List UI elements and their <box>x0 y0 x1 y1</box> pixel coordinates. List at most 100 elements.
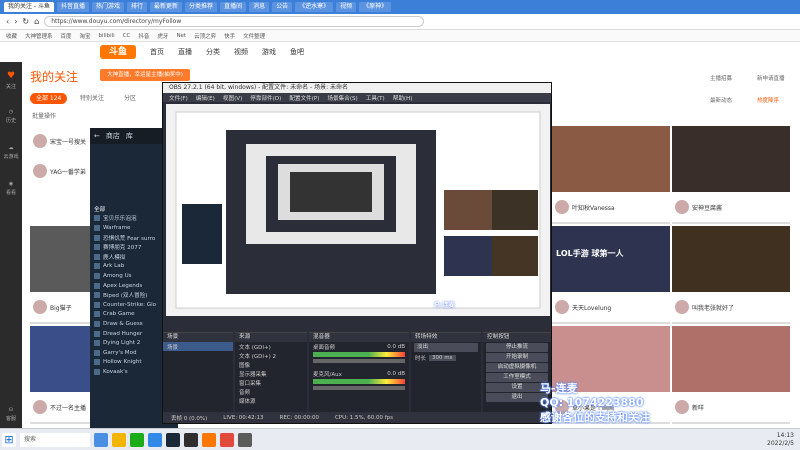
stream-card[interactable]: LOL手游 球第一人 天天Lovelung <box>552 226 670 324</box>
steam-icon[interactable] <box>166 432 180 447</box>
promo-banner[interactable]: 大神直播，幸运星主播(抽奖中) <box>100 69 190 81</box>
stream-card[interactable]: 叫我老张就好了 <box>672 226 790 324</box>
stream-card[interactable]: 不过一名主播 <box>30 326 92 424</box>
app-icon[interactable] <box>220 432 234 447</box>
nav-home[interactable]: 首页 <box>150 47 164 57</box>
obs-preview[interactable]: 马-连麦 <box>166 104 550 316</box>
bookmark[interactable]: bilibili <box>99 33 115 39</box>
bookmark[interactable]: 虎牙 <box>157 32 168 40</box>
browser-icon[interactable] <box>148 432 162 447</box>
bookmark[interactable]: 淘宝 <box>80 32 91 40</box>
bookmark[interactable]: 大神管理系 <box>25 32 53 40</box>
volume-slider[interactable] <box>313 386 405 390</box>
sidebar-item-follow[interactable]: ♥ 关注 <box>0 62 22 98</box>
sidebar-item-history[interactable]: ◷ 历史 <box>0 98 22 134</box>
stream-card[interactable]: Big猫子 <box>30 226 92 324</box>
forward-icon[interactable]: › <box>14 17 17 26</box>
virtual-camera-button[interactable]: 启动虚拟摄像机 <box>486 363 548 372</box>
bookmark[interactable]: 收藏 <box>6 32 17 40</box>
nav-category[interactable]: 分类 <box>206 47 220 57</box>
reload-icon[interactable]: ↻ <box>22 17 29 26</box>
filter-all[interactable]: 全部 124 <box>30 93 68 104</box>
sidebar-item-watch[interactable]: ◉ 看看 <box>0 170 22 206</box>
browser-tab[interactable]: 公告 <box>272 2 293 12</box>
bookmark[interactable]: CC <box>123 33 131 39</box>
settings-button[interactable]: 设置 <box>486 383 548 392</box>
recruit-link[interactable]: 主播招募 <box>710 74 732 82</box>
taskbar-search[interactable]: 搜索 <box>20 432 90 447</box>
bookmark[interactable]: 百度 <box>61 32 72 40</box>
stream-card[interactable]: 叶知秋Vanessa <box>552 126 670 224</box>
start-icon[interactable]: ⊞ <box>2 432 16 447</box>
browser-tab[interactable]: 《原神》 <box>359 2 392 12</box>
nav-live[interactable]: 直播 <box>178 47 192 57</box>
source-item[interactable]: 文本 (GDI+) <box>235 342 307 351</box>
wechat-icon[interactable] <box>130 432 144 447</box>
browser-tab[interactable]: 直播间 <box>220 2 247 12</box>
browser-tab[interactable]: 视频 <box>336 2 357 12</box>
duration-input[interactable]: 300 ms <box>429 354 456 361</box>
source-item[interactable]: 窗口采集 <box>235 378 307 387</box>
obs-menu-item[interactable]: 停靠部件(D) <box>250 94 281 102</box>
browser-tab[interactable]: 消息 <box>249 2 270 12</box>
source-item[interactable]: 音频 <box>235 387 307 396</box>
clock[interactable]: 14:13 2022/2/5 <box>767 432 794 448</box>
browser-tab[interactable]: 最新更新 <box>150 2 183 12</box>
obs-menu-item[interactable]: 编辑(E) <box>196 94 215 102</box>
studio-mode-button[interactable]: 工作室模式 <box>486 373 548 382</box>
back-icon[interactable]: ‹ <box>6 17 9 26</box>
stream-card[interactable]: 安神豆腐酱 <box>672 126 790 224</box>
back-icon[interactable]: ← <box>94 132 100 140</box>
nav-video[interactable]: 视频 <box>234 47 248 57</box>
stop-stream-button[interactable]: 停止推流 <box>486 343 548 352</box>
home-icon[interactable]: ⌂ <box>34 17 39 26</box>
obs-menu-item[interactable]: 工具(T) <box>366 94 385 102</box>
steam-library-tab[interactable]: 库 <box>126 131 133 141</box>
filter-special[interactable]: 特别关注 <box>74 93 110 104</box>
apply-live-link[interactable]: 新申请直播 <box>757 74 785 82</box>
obs-icon[interactable] <box>184 432 198 447</box>
obs-menu-item[interactable]: 场景集合(S) <box>327 94 357 102</box>
obs-menu-item[interactable]: 帮助(H) <box>393 94 413 102</box>
browser-tab[interactable]: 分类推荐 <box>185 2 218 12</box>
source-item[interactable]: 文本 (GDI+) 2 <box>235 351 307 360</box>
app-icon[interactable] <box>238 432 252 447</box>
source-item[interactable]: 显示器采集 <box>235 369 307 378</box>
bookmark[interactable]: Net <box>176 33 186 39</box>
nav-yuba[interactable]: 鱼吧 <box>290 47 304 57</box>
nav-game[interactable]: 游戏 <box>262 47 276 57</box>
douyu-icon[interactable] <box>202 432 216 447</box>
source-item[interactable]: 图像 <box>235 360 307 369</box>
bookmark[interactable]: 抖音 <box>138 32 149 40</box>
obs-menu-item[interactable]: 配置文件(P) <box>289 94 319 102</box>
browser-tab[interactable]: 热门游戏 <box>92 2 125 12</box>
scene-item[interactable]: 场景 <box>163 342 233 351</box>
browser-tab[interactable]: 《逆水寒》 <box>295 2 334 12</box>
browser-tab[interactable]: 排行 <box>127 2 148 12</box>
start-recording-button[interactable]: 开始录制 <box>486 353 548 362</box>
batch-operation[interactable]: 批量操作 <box>32 111 56 120</box>
dock-header: 转场特效 <box>411 333 481 342</box>
obs-menu-item[interactable]: 文件(F) <box>169 94 188 102</box>
latest-news-link[interactable]: 最新动态 <box>710 96 732 104</box>
volume-slider[interactable] <box>313 359 405 363</box>
sort-hot-link[interactable]: 热度降序 <box>757 96 779 104</box>
url-input[interactable]: https://www.douyu.com/directory/myFollow <box>44 16 425 27</box>
task-view-icon[interactable] <box>94 432 108 447</box>
filter-group[interactable]: 分区 <box>118 93 142 104</box>
bookmark[interactable]: 快手 <box>224 32 235 40</box>
bookmark[interactable]: 文件整理 <box>243 32 265 40</box>
sidebar-item-service[interactable]: ☊ 客服 <box>0 396 22 432</box>
transition-select[interactable]: 淡出 <box>414 343 478 352</box>
obs-menu-item[interactable]: 视图(V) <box>223 94 242 102</box>
bookmark[interactable]: 云顶之弈 <box>194 32 216 40</box>
sidebar-item-cloudgame[interactable]: ☁ 云游戏 <box>0 134 22 170</box>
browser-tab[interactable]: 抖音直播 <box>56 2 89 12</box>
browser-tab[interactable]: 我的关注 - 斗鱼 <box>4 2 54 12</box>
douyu-logo[interactable]: 斗鱼 <box>100 45 136 59</box>
file-explorer-icon[interactable] <box>112 432 126 447</box>
steam-store-tab[interactable]: 商店 <box>106 131 120 141</box>
stream-card[interactable]: 宋宝一号搜关 YAG一番学弟 <box>30 126 92 224</box>
source-item[interactable]: 媒体源 <box>235 396 307 405</box>
exit-button[interactable]: 退出 <box>486 393 548 402</box>
